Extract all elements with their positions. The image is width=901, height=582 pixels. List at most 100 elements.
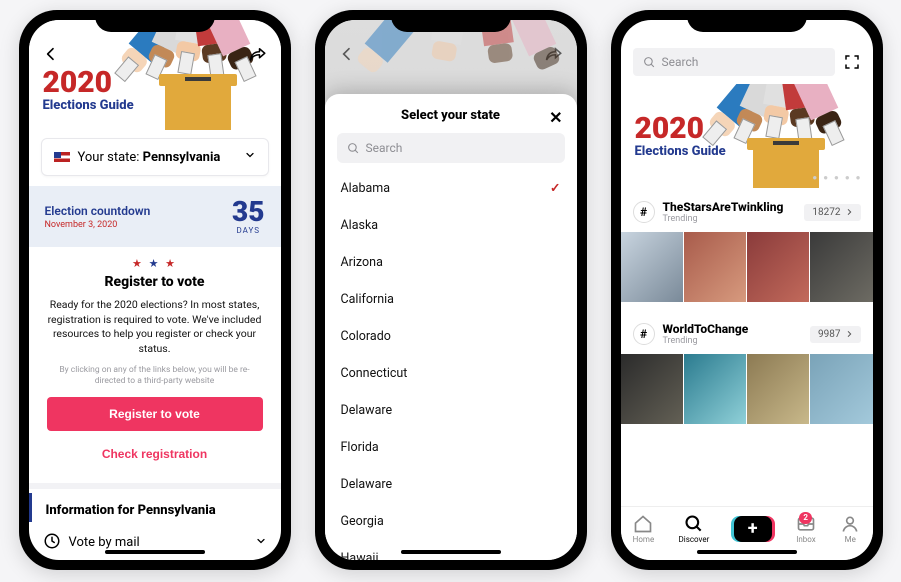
video-thumbnail[interactable] [747,354,809,424]
carousel-dots: ● ● ● ● ● [812,173,862,182]
phone-discover: Search 2020 Elections Guide ● ● ● ● ● [611,10,883,570]
clock-icon [43,532,61,554]
state-item-label: Hawaii [341,551,379,560]
info-section-title: Information for Pennsylvania [29,493,281,522]
vote-by-mail-row[interactable]: Vote by mail [29,522,281,560]
register-fineprint: By clicking on any of the links below, y… [47,365,263,387]
state-item-label: Alaska [341,218,379,233]
state-list[interactable]: Alabama ✓ Alaska Arizona California Colorado C… [325,169,577,560]
state-selector[interactable]: Your state: Pennsylvania [41,138,269,176]
nav-discover[interactable]: Discover [679,514,710,544]
state-search-input[interactable]: Search [337,133,565,163]
state-item[interactable]: Florida [325,429,577,466]
video-thumbnail[interactable] [810,354,872,424]
discover-search-input[interactable]: Search [633,48,835,76]
search-icon [684,514,704,534]
phone-elections-guide: 2020 Elections Guide Your state: Pennsyl… [19,10,291,570]
state-item[interactable]: Arizona [325,244,577,281]
search-placeholder: Search [662,55,699,69]
state-item[interactable]: Connecticut [325,355,577,392]
person-icon [840,514,860,534]
nav-create[interactable]: + [734,516,772,542]
flag-icon [54,152,70,162]
countdown-number: 35 [232,198,264,226]
nav-home[interactable]: Home [633,514,655,544]
check-registration-button[interactable]: Check registration [47,439,263,469]
trend-count-badge: 9987 [810,326,860,343]
video-thumbnail[interactable] [684,354,746,424]
countdown-unit: DAYS [232,226,264,235]
trend-name: WorldToChange [663,322,749,336]
state-item[interactable]: Delaware [325,466,577,503]
state-item-label: California [341,292,394,307]
state-label: Your state: Pennsylvania [78,150,221,165]
search-icon [643,56,656,69]
home-icon [633,514,653,534]
countdown-date: November 3, 2020 [45,220,151,230]
state-item[interactable]: California [325,281,577,318]
hero-title: 2020 Elections Guide [43,68,134,113]
nav-me[interactable]: Me [840,514,860,544]
scan-icon[interactable] [843,53,861,71]
trend-count-badge: 18272 [804,204,860,221]
trend-sub: Trending [663,336,749,346]
state-item-label: Delaware [341,403,393,418]
phone-state-picker: Select your state ✕ Search Alabama ✓ Alask… [315,10,587,570]
hero-illustration [111,20,281,132]
register-button[interactable]: Register to vote [47,397,263,431]
back-icon[interactable] [43,46,59,62]
hashtag-icon: # [633,201,655,223]
register-description: Ready for the 2020 elections? In most st… [47,298,263,357]
video-thumbnail[interactable] [747,232,809,302]
hero-year: 2020 [43,68,134,98]
state-item[interactable]: Alaska [325,207,577,244]
trend-thumbnails[interactable] [621,348,873,434]
state-item-label: Alabama [341,181,391,196]
chevron-down-icon [255,535,267,551]
nav-inbox[interactable]: 2 Inbox [796,514,816,544]
trend-row[interactable]: # TheStarsAreTwinkling Trending 18272 [621,190,873,226]
video-thumbnail[interactable] [810,232,872,302]
inbox-badge: 2 [799,512,812,524]
vote-by-mail-label: Vote by mail [69,535,140,550]
state-item[interactable]: Delaware [325,392,577,429]
video-thumbnail[interactable] [684,232,746,302]
state-picker-sheet: Select your state ✕ Search Alabama ✓ Alask… [325,94,577,560]
trend-name: TheStarsAreTwinkling [663,200,784,214]
discover-hero-banner[interactable]: 2020 Elections Guide ● ● ● ● ● [621,84,873,188]
section-divider [29,483,281,489]
sheet-title: Select your state [401,108,500,123]
state-item-label: Arizona [341,255,383,270]
trend-sub: Trending [663,214,784,224]
plus-icon: + [734,516,772,542]
trend-row[interactable]: # WorldToChange Trending 9987 [621,312,873,348]
state-item[interactable]: Colorado [325,318,577,355]
register-card: ★ ★ ★ Register to vote Ready for the 202… [29,247,281,483]
video-thumbnail[interactable] [621,232,683,302]
state-item-label: Florida [341,440,379,455]
search-icon [347,142,360,155]
trend-thumbnails[interactable] [621,226,873,312]
register-heading: Register to vote [47,274,263,290]
countdown-title: Election countdown [45,204,151,218]
video-thumbnail[interactable] [621,354,683,424]
share-icon[interactable] [249,46,267,62]
check-icon: ✓ [550,180,560,196]
hashtag-icon: # [633,323,655,345]
state-item-label: Colorado [341,329,391,344]
state-item-label: Delaware [341,477,393,492]
search-placeholder: Search [366,141,403,155]
home-indicator [697,550,797,554]
chevron-down-icon [244,149,256,165]
close-icon[interactable]: ✕ [549,108,562,127]
home-indicator [401,550,501,554]
state-item[interactable]: Georgia [325,503,577,540]
countdown-card: Election countdown November 3, 2020 35 D… [29,186,281,247]
stars-icon: ★ ★ ★ [47,257,263,270]
state-item-label: Georgia [341,514,384,529]
state-item[interactable]: Alabama ✓ [325,169,577,207]
hero-year: 2020 [635,114,726,144]
hero-subtitle: Elections Guide [635,144,726,159]
state-item-label: Connecticut [341,366,408,381]
home-indicator [105,550,205,554]
